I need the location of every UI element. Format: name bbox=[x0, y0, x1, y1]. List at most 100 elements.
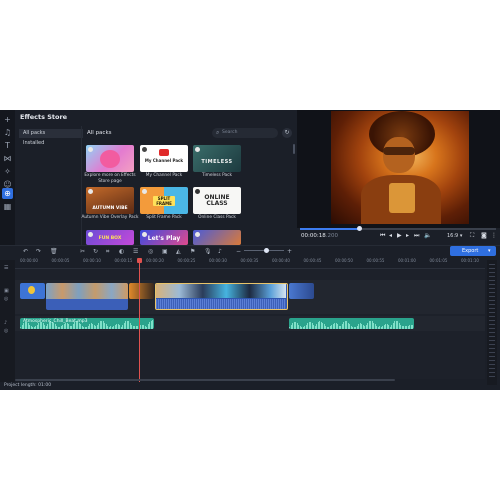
microphone-icon[interactable]: 🎙 bbox=[204, 248, 212, 255]
pack-badge-icon bbox=[195, 147, 200, 152]
pack-thumb-text: TIMELESS bbox=[201, 159, 233, 165]
meter-tick bbox=[489, 288, 495, 289]
delete-icon[interactable]: 🗑 bbox=[50, 248, 58, 255]
meter-tick bbox=[489, 276, 495, 277]
timeline-horizontal-scrollbar[interactable] bbox=[15, 379, 395, 381]
pack-thumb-timeless[interactable]: TIMELESS bbox=[193, 145, 241, 172]
waveform-bar bbox=[413, 325, 414, 329]
pack-thumb-text: ONLINE CLASS bbox=[204, 194, 230, 207]
clip-thumbnails bbox=[156, 284, 286, 298]
video-clip-selected[interactable] bbox=[155, 283, 288, 310]
crop-icon[interactable]: ⌗ bbox=[106, 248, 109, 256]
store-scrollbar[interactable] bbox=[293, 144, 295, 154]
pack-label: Timeless Pack bbox=[201, 173, 233, 178]
pack-thumb-lets-play[interactable]: Let's Play bbox=[140, 230, 188, 245]
skip-back-icon[interactable]: ⏮ bbox=[380, 232, 385, 240]
split-icon[interactable]: ✂ bbox=[80, 248, 85, 255]
progress-fill bbox=[300, 228, 359, 230]
meter-tick bbox=[489, 304, 495, 305]
nav-installed[interactable]: Installed bbox=[19, 139, 83, 148]
more-tools-icon[interactable]: ▦ bbox=[2, 201, 13, 212]
tool-rail: + ♫ T ⋈ ✧ ☺ ⊕ ▦ bbox=[0, 110, 15, 245]
effects-store-icon[interactable]: ⊕ bbox=[2, 188, 13, 199]
highlight-icon[interactable]: ◎ bbox=[148, 248, 153, 255]
meter-tick bbox=[489, 340, 495, 341]
play-icon[interactable]: ▶ bbox=[397, 232, 402, 239]
refresh-icon[interactable]: ↻ bbox=[282, 128, 292, 138]
ruler-tick-label: 00:01:05 bbox=[429, 258, 448, 263]
export-button[interactable]: Export ▾ bbox=[450, 246, 496, 256]
meter-tick bbox=[489, 324, 495, 325]
pack-thumb-autumn[interactable]: AUTUMN VIBE bbox=[86, 187, 134, 214]
meter-tick bbox=[489, 332, 495, 333]
video-clip-1[interactable] bbox=[20, 283, 45, 299]
search-icon: ⌕ bbox=[216, 129, 220, 136]
track-settings-icon[interactable]: ☰ bbox=[4, 265, 8, 271]
audio-track-mute-icon[interactable]: ◎ bbox=[4, 328, 8, 334]
filters-icon[interactable]: ✧ bbox=[2, 166, 13, 177]
pack-thumb-more[interactable] bbox=[193, 230, 241, 245]
effects-store-title: Effects Store bbox=[20, 113, 68, 121]
audio-clip[interactable] bbox=[289, 318, 414, 329]
pack-thumb-my-channel[interactable]: My Channel Pack bbox=[140, 145, 188, 172]
meter-tick bbox=[489, 344, 495, 345]
nav-all-packs[interactable]: All packs bbox=[19, 129, 83, 138]
pack-thumb-text: SPLIT FRAME bbox=[153, 196, 175, 206]
zoom-in-icon[interactable]: + bbox=[287, 248, 292, 255]
chevron-down-icon[interactable]: ▾ bbox=[488, 246, 491, 256]
playhead-handle[interactable] bbox=[137, 258, 142, 263]
music-icon[interactable]: ♫ bbox=[2, 127, 13, 138]
progress-knob[interactable] bbox=[356, 226, 362, 231]
ruler-tick-label: 00:00:05 bbox=[51, 258, 70, 263]
audio-level-meter bbox=[487, 260, 497, 385]
flag-icon[interactable]: ⚑ bbox=[190, 248, 195, 255]
aspect-ratio-select[interactable]: 16:9 ▾ bbox=[447, 233, 462, 239]
playback-progress[interactable] bbox=[300, 226, 496, 231]
zoom-out-icon[interactable]: − bbox=[236, 248, 241, 255]
search-input[interactable]: ⌕ Search bbox=[212, 128, 278, 138]
playhead[interactable] bbox=[139, 260, 140, 382]
snapshot-icon[interactable]: ◙ bbox=[481, 232, 487, 239]
clip-properties-icon[interactable]: ☰ bbox=[133, 248, 138, 255]
audio-track-icon[interactable]: ♪ bbox=[4, 320, 7, 326]
transitions-icon[interactable]: ⋈ bbox=[2, 153, 13, 164]
meter-tick bbox=[489, 368, 495, 369]
stabilize-icon[interactable]: ▣ bbox=[162, 248, 168, 255]
zoom-slider-knob[interactable] bbox=[264, 248, 269, 253]
pack-thumb-online-class[interactable]: ONLINE CLASS bbox=[193, 187, 241, 214]
fade-icon[interactable]: ◭ bbox=[176, 248, 181, 255]
video-track-lock-icon[interactable]: ▣ bbox=[4, 288, 9, 294]
pack-thumb-split-frame[interactable]: SPLIT FRAME bbox=[140, 187, 188, 214]
meter-tick bbox=[489, 372, 495, 373]
audio-settings-icon[interactable]: ♪ bbox=[218, 248, 222, 255]
ruler-tick-label: 00:01:00 bbox=[398, 258, 416, 263]
redo-icon[interactable]: ↷ bbox=[36, 248, 41, 255]
add-media-icon[interactable]: + bbox=[2, 114, 13, 125]
video-clip-2[interactable] bbox=[46, 283, 128, 310]
clip-thumbnails bbox=[46, 283, 128, 299]
video-clip-5[interactable] bbox=[289, 283, 314, 299]
ruler-tick-label: 00:01:10 bbox=[461, 258, 479, 263]
undo-icon[interactable]: ↶ bbox=[23, 248, 28, 255]
meter-tick bbox=[489, 364, 495, 365]
skip-forward-icon[interactable]: ⏭ bbox=[414, 232, 419, 240]
titles-icon[interactable]: T bbox=[2, 140, 13, 151]
color-adjust-icon[interactable]: ◐ bbox=[119, 248, 124, 255]
video-editor-window: + ♫ T ⋈ ✧ ☺ ⊕ ▦ Effects Store All packs … bbox=[0, 110, 500, 390]
step-back-icon[interactable]: ◂ bbox=[389, 232, 392, 239]
video-track-mute-icon[interactable]: ◎ bbox=[4, 296, 8, 302]
pack-badge-icon bbox=[195, 189, 200, 194]
rotate-icon[interactable]: ↻ bbox=[93, 248, 98, 255]
meter-tick bbox=[489, 300, 495, 301]
pack-thumb-fun-box[interactable]: FUN BOX bbox=[86, 230, 134, 245]
ruler-tick-label: 00:00:40 bbox=[272, 258, 290, 263]
pack-thumb-explore[interactable] bbox=[86, 145, 134, 172]
video-preview[interactable] bbox=[331, 111, 469, 224]
volume-icon[interactable]: 🔈 bbox=[424, 232, 431, 239]
fullscreen-icon[interactable]: ⛶ bbox=[470, 232, 474, 240]
audio-clip[interactable]: Atmospheric_Chill_Beat.mp3 bbox=[20, 318, 154, 329]
video-clip-3[interactable] bbox=[129, 283, 154, 299]
step-forward-icon[interactable]: ▸ bbox=[406, 232, 409, 239]
more-options-icon[interactable]: ⋮ bbox=[491, 232, 497, 239]
ruler-tick-label: 00:00:55 bbox=[366, 258, 385, 263]
